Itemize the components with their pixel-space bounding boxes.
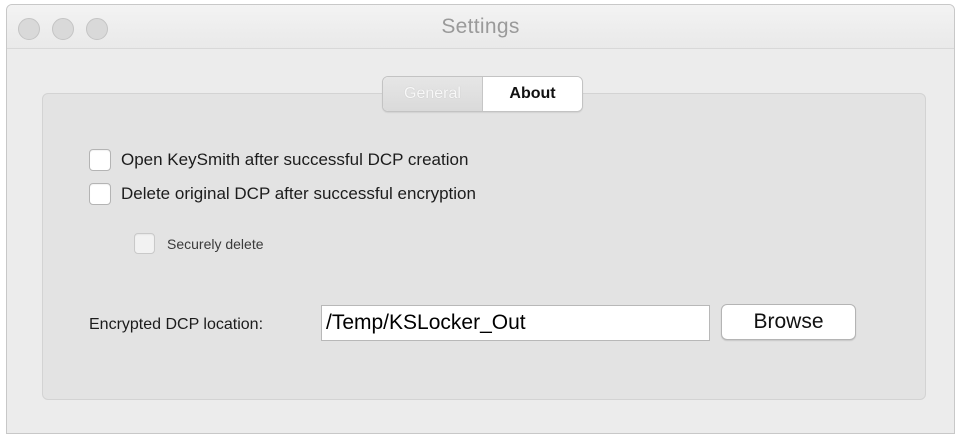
title-bar: Settings <box>7 5 954 49</box>
settings-window: Settings General About Open KeySmith aft… <box>6 4 955 434</box>
delete-original-label: Delete original DCP after successful enc… <box>121 184 476 203</box>
open-keysmith-checkbox[interactable] <box>89 149 111 171</box>
tab-bar: General About <box>382 76 583 112</box>
open-keysmith-label: Open KeySmith after successful DCP creat… <box>121 150 469 169</box>
location-path-input[interactable] <box>321 305 710 341</box>
delete-original-checkbox[interactable] <box>89 183 111 205</box>
securely-delete-label: Securely delete <box>167 236 264 252</box>
browse-button[interactable]: Browse <box>721 304 856 340</box>
window-title: Settings <box>441 15 520 38</box>
tab-about[interactable]: About <box>483 77 582 111</box>
tab-general[interactable]: General <box>383 77 483 111</box>
securely-delete-checkbox[interactable] <box>134 233 155 254</box>
location-label: Encrypted DCP location: <box>89 316 264 333</box>
